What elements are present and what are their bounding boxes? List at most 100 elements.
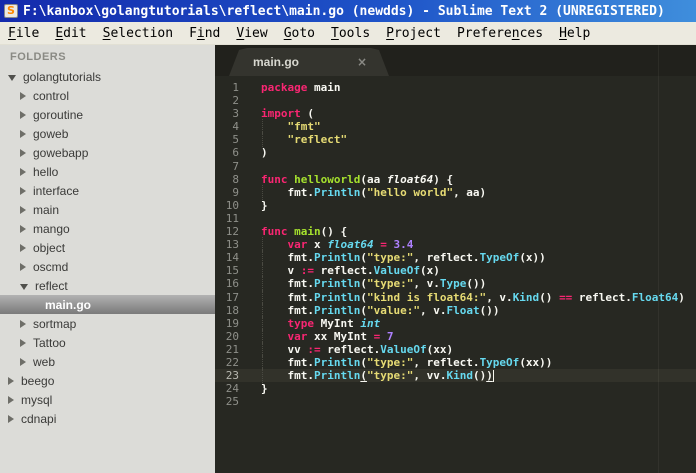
code-line-22[interactable]: 22 fmt.Println("type:", reflect.TypeOf(x… <box>215 354 696 371</box>
code-line-1[interactable]: 1 package main <box>215 81 696 94</box>
triangle-right-icon[interactable] <box>20 224 26 233</box>
menu-item-view[interactable]: View <box>228 24 275 43</box>
menu-item-help[interactable]: Help <box>551 24 598 43</box>
code-text: vv := reflect.ValueOf(xx) <box>261 341 454 358</box>
triangle-right-icon[interactable] <box>8 395 14 404</box>
tree-item-label: goroutine <box>33 107 84 122</box>
sidebar-item-mysql[interactable]: mysql <box>0 390 215 409</box>
sidebar-item-control[interactable]: control <box>0 86 215 105</box>
sidebar-item-golangtutorials[interactable]: golangtutorials <box>0 67 215 86</box>
triangle-right-icon[interactable] <box>20 243 26 252</box>
code-text: v := reflect.ValueOf(x) <box>261 263 440 279</box>
triangle-right-icon[interactable] <box>8 376 14 385</box>
code-line-20[interactable]: 20 var xx MyInt = 7 <box>215 328 696 344</box>
sidebar-item-cdnapi[interactable]: cdnapi <box>0 409 215 428</box>
menu-item-file[interactable]: File <box>0 24 47 43</box>
code-line-16[interactable]: 16 fmt.Println("type:", v.Type()) <box>215 276 696 292</box>
code-line-17[interactable]: 17 fmt.Println("kind is float64:", v.Kin… <box>215 289 696 305</box>
line-number: 2 <box>232 94 239 108</box>
code-editor[interactable]: 1 package main 2 3 import (4 "fmt" 5 "reflect… <box>215 76 696 473</box>
code-text: "reflect" <box>261 132 347 148</box>
tab-main-go[interactable]: main.go × <box>229 48 389 76</box>
line-number: 3 <box>232 107 239 121</box>
code-line-21[interactable]: 21 vv := reflect.ValueOf(xx) <box>215 341 696 358</box>
sidebar-item-oscmd[interactable]: oscmd <box>0 257 215 276</box>
code-line-2[interactable]: 2 <box>215 94 696 107</box>
menu-item-edit[interactable]: Edit <box>47 24 94 43</box>
triangle-right-icon[interactable] <box>20 319 26 328</box>
menu-item-goto[interactable]: Goto <box>276 24 323 43</box>
code-text: fmt.Println("hello world", aa) <box>261 184 487 200</box>
tree-item-label: golangtutorials <box>23 69 102 84</box>
code-line-19[interactable]: 19 type MyInt int <box>215 315 696 331</box>
menu-item-project[interactable]: Project <box>378 24 449 43</box>
triangle-right-icon[interactable] <box>20 338 26 347</box>
sidebar-item-hello[interactable]: hello <box>0 162 215 181</box>
title-bar[interactable]: S F:\kanbox\golangtutorials\reflect\main… <box>0 0 696 22</box>
code-text: fmt.Println("type:", vv.Kind()) <box>261 368 495 384</box>
ruler-line <box>658 45 659 473</box>
triangle-right-icon[interactable] <box>20 148 26 157</box>
editor-area: main.go × 1 package main 2 3 import (4 "fmt"… <box>215 45 696 473</box>
sidebar-item-gowebapp[interactable]: gowebapp <box>0 143 215 162</box>
menu-item-find[interactable]: Find <box>181 24 228 43</box>
sidebar-item-tattoo[interactable]: Tattoo <box>0 333 215 352</box>
sidebar-item-sortmap[interactable]: sortmap <box>0 314 215 333</box>
triangle-down-icon[interactable] <box>20 283 28 290</box>
menu-item-selection[interactable]: Selection <box>95 24 181 43</box>
sidebar-item-web[interactable]: web <box>0 352 215 371</box>
triangle-right-icon[interactable] <box>8 414 14 423</box>
code-line-6[interactable]: 6) <box>215 146 696 159</box>
triangle-right-icon[interactable] <box>20 186 26 195</box>
code-line-23[interactable]: 23 fmt.Println("type:", vv.Kind()) <box>215 368 696 384</box>
code-text: ) <box>261 146 268 160</box>
code-line-5[interactable]: 5 "reflect" <box>215 132 696 148</box>
code-line-14[interactable]: 14 fmt.Println("type:", reflect.TypeOf(x… <box>215 250 696 266</box>
sidebar-item-main[interactable]: main <box>0 200 215 219</box>
code-line-7[interactable]: 7 <box>215 160 696 173</box>
window-title: F:\kanbox\golangtutorials\reflect\main.g… <box>23 3 665 19</box>
sidebar-item-goweb[interactable]: goweb <box>0 124 215 143</box>
sidebar-item-beego[interactable]: beego <box>0 371 215 390</box>
sidebar-item-main-go[interactable]: main.go <box>0 295 215 314</box>
code-text: "fmt" <box>261 119 321 135</box>
code-line-12[interactable]: 12 func main() { <box>215 225 696 238</box>
tree-item-label: mysql <box>21 392 53 407</box>
line-number: 14 <box>225 251 239 265</box>
menu-item-preferences[interactable]: Preferences <box>449 24 551 43</box>
sidebar-item-goroutine[interactable]: goroutine <box>0 105 215 124</box>
code-line-3[interactable]: 3 import ( <box>215 107 696 120</box>
triangle-right-icon[interactable] <box>20 357 26 366</box>
triangle-down-icon[interactable] <box>8 74 16 81</box>
code-line-11[interactable]: 11 <box>215 212 696 225</box>
code-line-25[interactable]: 25 <box>215 395 696 408</box>
line-number: 15 <box>225 264 239 278</box>
close-icon[interactable]: × <box>357 55 389 69</box>
sidebar-item-mango[interactable]: mango <box>0 219 215 238</box>
sublime-app-icon: S <box>4 4 18 18</box>
triangle-right-icon[interactable] <box>20 129 26 138</box>
sidebar-item-reflect[interactable]: reflect <box>0 276 215 295</box>
triangle-right-icon[interactable] <box>20 167 26 176</box>
triangle-right-icon[interactable] <box>20 205 26 214</box>
line-number: 9 <box>232 185 239 199</box>
code-line-15[interactable]: 15 v := reflect.ValueOf(x) <box>215 263 696 279</box>
text-cursor <box>492 370 495 383</box>
code-line-10[interactable]: 10} <box>215 199 696 212</box>
code-line-13[interactable]: 13 var x float64 = 3.4 <box>215 237 696 253</box>
code-line-8[interactable]: 8 func helloworld(aa float64) { <box>215 173 696 186</box>
code-line-18[interactable]: 18 fmt.Println("value:", v.Float()) <box>215 302 696 318</box>
code-line-24[interactable]: 24} <box>215 382 696 395</box>
triangle-right-icon[interactable] <box>20 262 26 271</box>
code-line-4[interactable]: 4 "fmt" <box>215 119 696 135</box>
code-line-9[interactable]: 9 fmt.Println("hello world", aa) <box>215 184 696 200</box>
sidebar-item-interface[interactable]: interface <box>0 181 215 200</box>
tree-item-label: sortmap <box>33 316 77 331</box>
code-text: var x float64 = 3.4 <box>261 237 413 253</box>
triangle-right-icon[interactable] <box>20 110 26 119</box>
menu-item-tools[interactable]: Tools <box>323 24 378 43</box>
sidebar[interactable]: FOLDERS golangtutorials control goroutine g… <box>0 45 215 473</box>
sidebar-item-object[interactable]: object <box>0 238 215 257</box>
triangle-right-icon[interactable] <box>20 91 26 100</box>
code-text: func helloworld(aa float64) { <box>261 172 454 186</box>
